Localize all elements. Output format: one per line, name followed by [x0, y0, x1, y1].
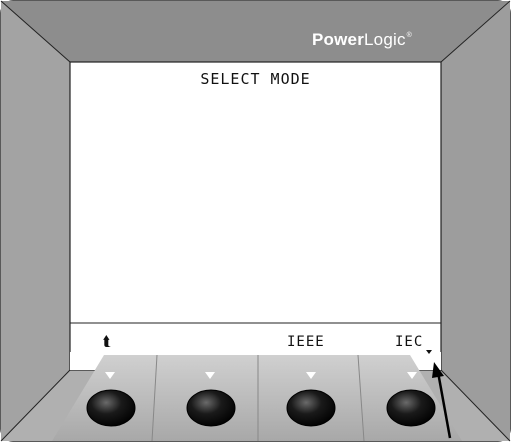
- softkey-4-button[interactable]: [386, 389, 436, 427]
- powerlogic-display: Power Logic ® SELECT MODE ⮬ IEEE IEC: [0, 0, 511, 442]
- softkey-2-button[interactable]: [186, 389, 236, 427]
- softkey-1-button[interactable]: [86, 389, 136, 427]
- softkey-ieee-label: IEEE: [287, 334, 325, 350]
- softkey-iec-label: IEC: [395, 334, 424, 350]
- brand-logo: Power Logic ®: [312, 30, 413, 49]
- up-arrow-icon: ⮬: [103, 334, 113, 350]
- screen-title: SELECT MODE: [200, 70, 311, 88]
- device-bezel: [0, 0, 511, 442]
- softkey-3-button[interactable]: [286, 389, 336, 427]
